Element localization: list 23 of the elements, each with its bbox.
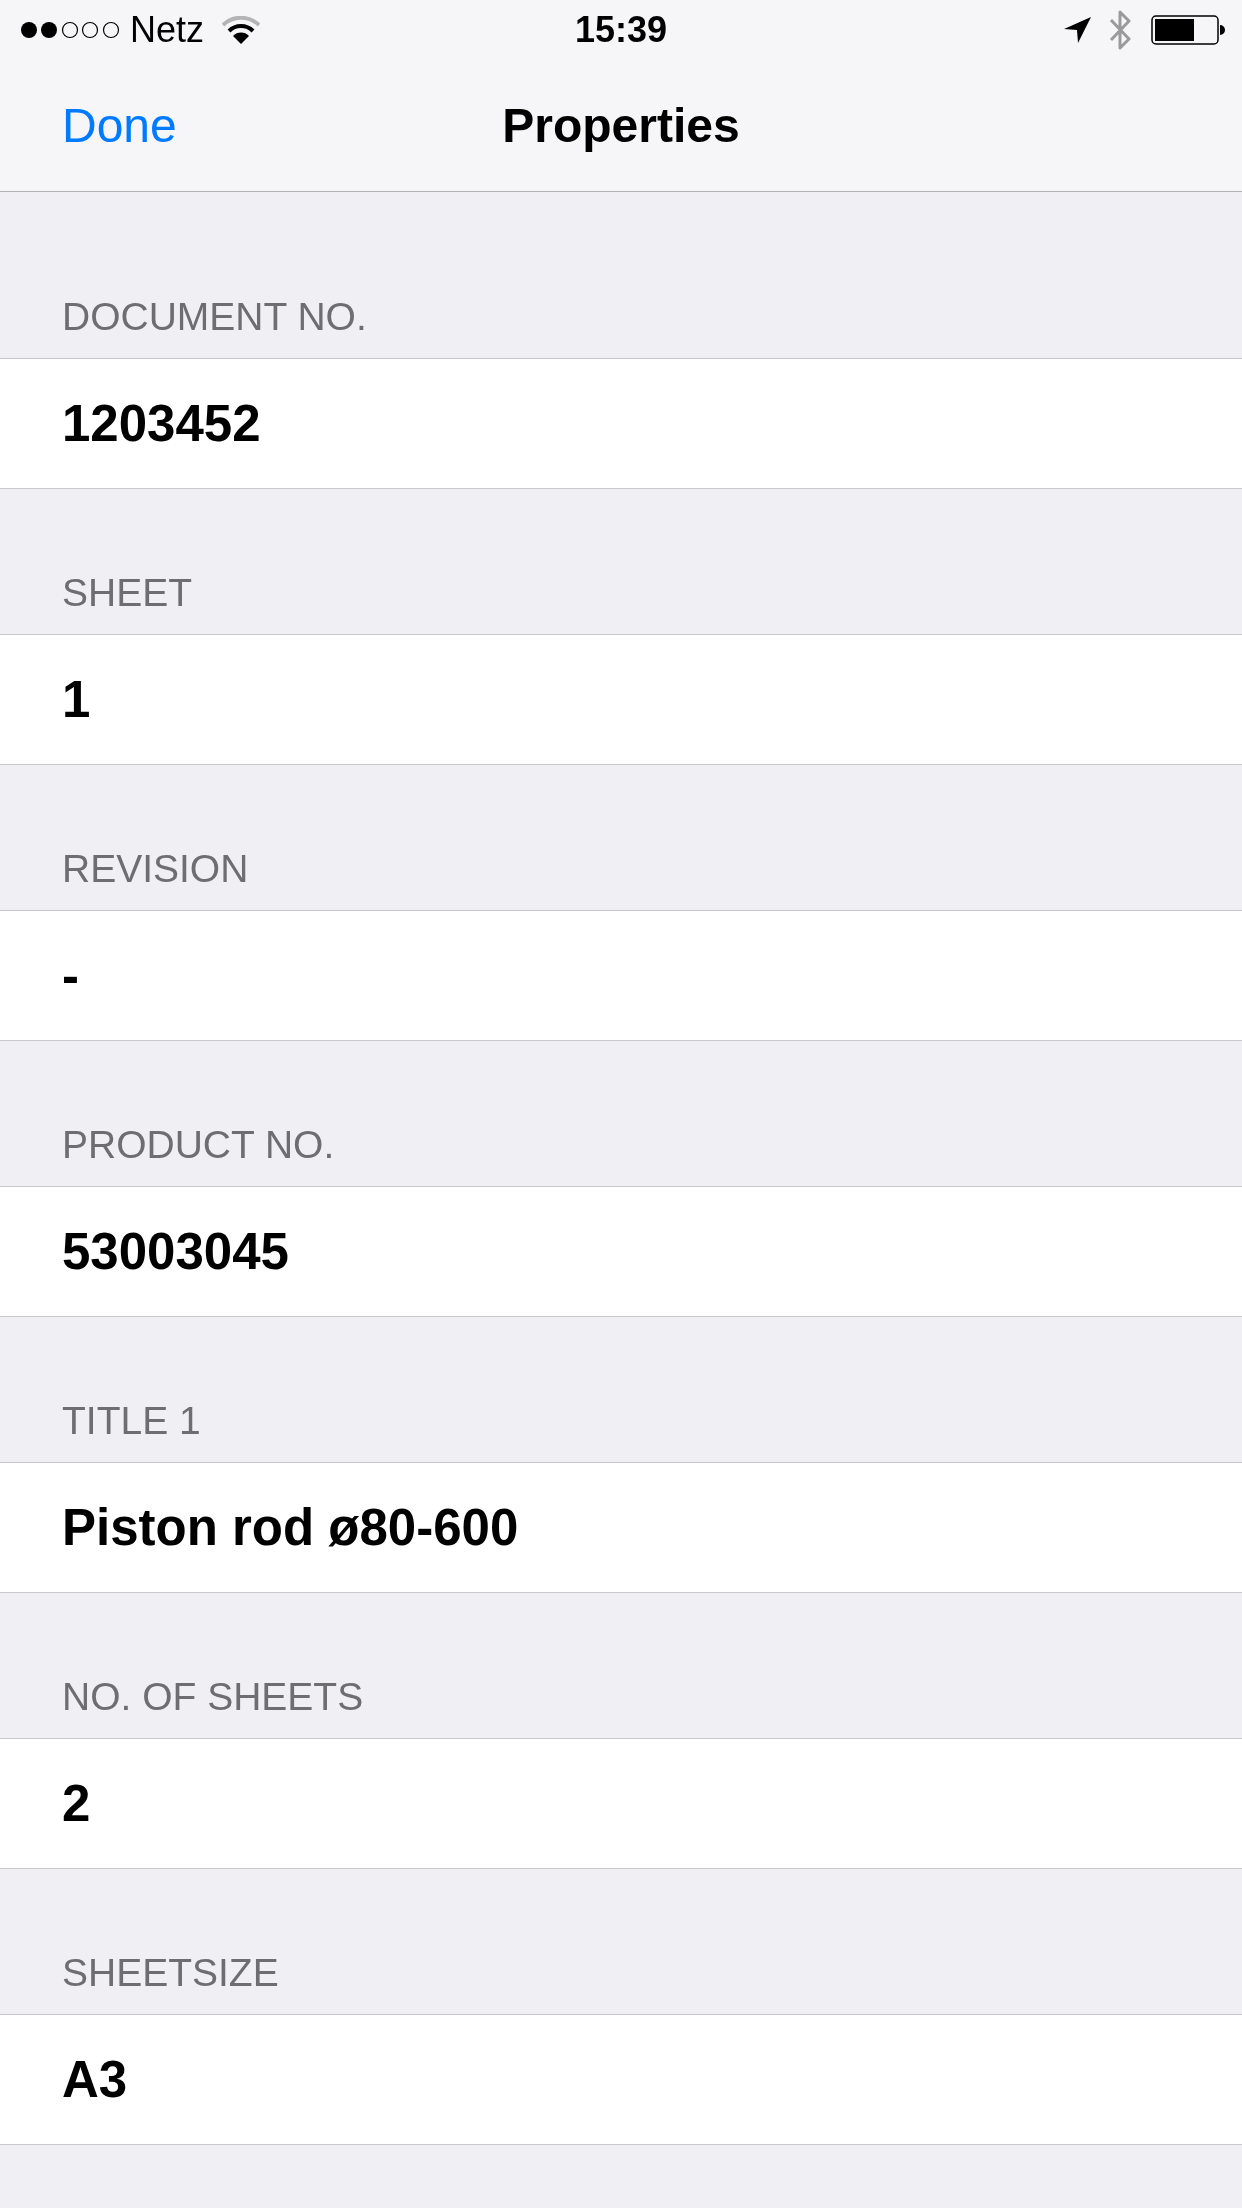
field-value: 2 bbox=[62, 1773, 91, 1834]
bluetooth-icon bbox=[1109, 10, 1132, 50]
section-header: TITLE 1 bbox=[62, 1401, 201, 1440]
section-header: REVISION bbox=[62, 849, 249, 888]
field-value: 1203452 bbox=[62, 393, 261, 454]
wifi-icon bbox=[222, 16, 261, 44]
done-button[interactable]: Done bbox=[62, 97, 177, 154]
navigation-title: Properties bbox=[502, 97, 740, 154]
section-header: PRODUCT NO. bbox=[62, 1125, 335, 1164]
section-header: NO. OF SHEETS bbox=[62, 1677, 364, 1716]
section-header: DOCUMENT NO. bbox=[62, 297, 367, 336]
section-header: SHEET bbox=[62, 573, 193, 612]
field-value: 1 bbox=[62, 669, 91, 730]
field-value: - bbox=[62, 945, 79, 1006]
location-arrow-icon bbox=[1064, 17, 1091, 43]
field-value: Piston rod ø80-600 bbox=[62, 1497, 519, 1558]
field-value: A3 bbox=[62, 2049, 128, 2110]
section-header: SHEETSIZE bbox=[62, 1953, 279, 1992]
carrier-name: Netz bbox=[130, 10, 205, 50]
signal-strength-icon bbox=[20, 21, 120, 39]
battery-icon bbox=[1151, 15, 1225, 45]
field-value: 53003045 bbox=[62, 1221, 289, 1282]
status-time: 15:39 bbox=[574, 10, 668, 50]
